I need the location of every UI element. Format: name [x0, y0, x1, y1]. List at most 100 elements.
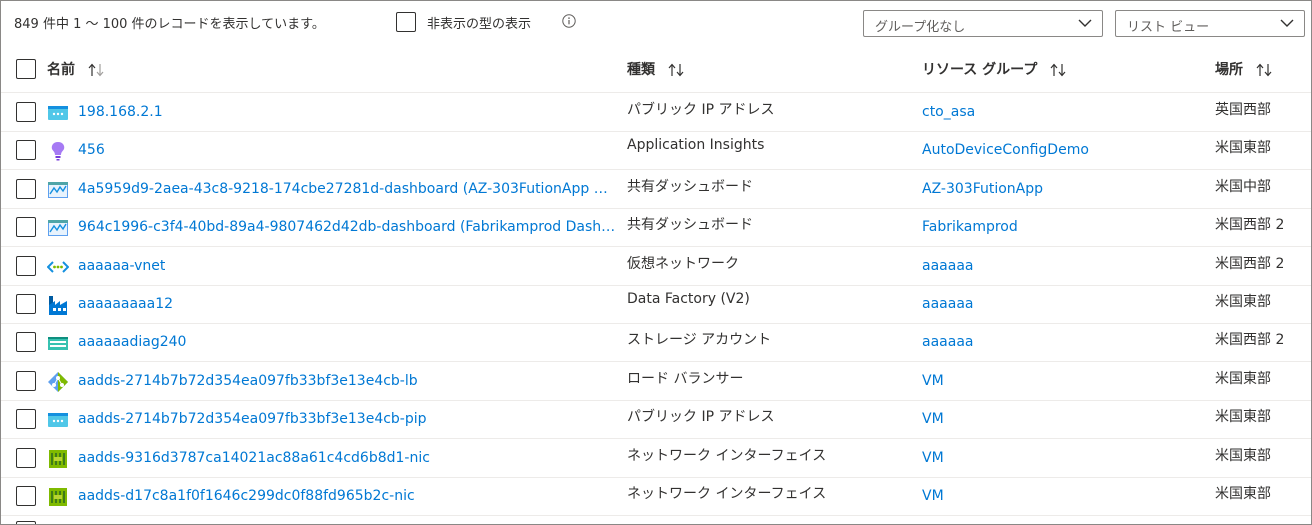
resource-location: 米国東部 — [1215, 294, 1271, 310]
row-checkbox[interactable] — [16, 332, 36, 353]
resource-group-link[interactable]: aaaaaa — [922, 296, 973, 312]
resource-location: 米国西部 2 — [1215, 217, 1285, 234]
resource-type: 共有ダッシュボード — [627, 217, 753, 234]
column-header-resource-group-label: リソース グループ — [922, 62, 1038, 78]
resource-group-link[interactable]: AZ-303FutionApp — [922, 181, 1043, 197]
table-row[interactable]: 964c1996-c3f4-40bd-89a4-9807462d42db-das… — [1, 208, 1311, 248]
load-balancer-icon — [48, 371, 68, 392]
column-header-type[interactable]: 種類 — [627, 59, 685, 79]
resource-group-link[interactable]: AutoDeviceConfigDemo — [922, 142, 1089, 158]
resource-group-link[interactable]: VM — [922, 450, 944, 466]
resource-type: ネットワーク インターフェイス — [627, 447, 827, 464]
row-checkbox[interactable] — [16, 294, 36, 314]
column-header-name-label: 名前 — [47, 62, 75, 78]
resource-name-link[interactable]: 198.168.2.1 — [78, 104, 163, 120]
row-checkbox[interactable] — [16, 102, 36, 122]
table-row[interactable]: 4a5959d9-2aea-43c8-9218-174cbe27281d-das… — [1, 170, 1311, 209]
sort-icon — [1050, 63, 1066, 77]
resource-location: 米国中部 — [1215, 178, 1271, 195]
resource-list-panel: 849 件中 1 ～ 100 件のレコードを表示しています。 非表示の型の表示 … — [0, 0, 1312, 525]
chevron-down-icon — [1078, 19, 1092, 27]
row-checkbox[interactable] — [16, 521, 36, 524]
resource-name-link[interactable]: aaaaaaaaa12 — [78, 296, 173, 312]
resource-name-link[interactable]: aadds-2714b7b72d354ea097fb33bf3e13e4cb-p… — [78, 411, 427, 427]
resource-group-link[interactable]: VM — [922, 373, 944, 389]
column-header-type-label: 種類 — [627, 62, 655, 78]
grouping-dropdown-value: グループ化なし — [875, 20, 966, 35]
resource-group-link[interactable]: VM — [922, 411, 944, 427]
resource-type: 共有ダッシュボード — [627, 178, 753, 195]
show-hidden-types-label[interactable]: 非表示の型の表示 — [427, 13, 531, 32]
resource-group-link[interactable]: cto_asa — [922, 104, 975, 120]
column-header-location[interactable]: 場所 — [1215, 59, 1273, 79]
table-row[interactable]: 198.168.2.1 パブリック IP アドレス cto_asa 英国西部 — [1, 93, 1311, 132]
table-row[interactable]: aadds-9316d3787ca14021ac88a61c4cd6b8d1-n… — [1, 439, 1311, 478]
resource-group-link[interactable]: VM — [922, 488, 944, 504]
resource-name-link[interactable]: aaaaaadiag240 — [78, 334, 186, 350]
column-header-resource-group[interactable]: リソース グループ — [922, 59, 1067, 79]
resource-location: 米国東部 — [1215, 409, 1271, 426]
sort-icon — [88, 63, 104, 77]
data-factory-icon — [49, 296, 67, 315]
column-header-name[interactable]: 名前 — [47, 59, 105, 79]
list-toolbar: 849 件中 1 ～ 100 件のレコードを表示しています。 非表示の型の表示 … — [1, 1, 1311, 41]
resource-name-link[interactable]: aadds-2714b7b72d354ea097fb33bf3e13e4cb-l… — [78, 373, 418, 389]
resource-group-link[interactable]: aaaaaa — [922, 258, 973, 274]
record-count-text: 849 件中 1 ～ 100 件のレコードを表示しています。 — [14, 17, 325, 32]
table-header: 名前 種類 リソース グループ 場所 — [1, 52, 1311, 93]
resource-type: 仮想ネットワーク — [627, 255, 739, 272]
row-checkbox[interactable] — [16, 409, 36, 430]
view-dropdown-value: リスト ビュー — [1127, 20, 1210, 35]
row-checkbox[interactable] — [16, 178, 36, 199]
sort-icon — [668, 63, 684, 77]
row-checkbox[interactable] — [16, 447, 36, 468]
table-row[interactable]: aaaaaadiag240 ストレージ アカウント aaaaaa 米国西部 2 — [1, 323, 1311, 363]
table-row[interactable]: aaaaaaaaa12 Data Factory (V2) aaaaaa 米国東部 — [1, 285, 1311, 324]
resource-location: 米国西部 2 — [1215, 332, 1285, 349]
resource-name-link[interactable]: 964c1996-c3f4-40bd-89a4-9807462d42db-das… — [78, 219, 618, 235]
view-dropdown[interactable]: リスト ビュー — [1115, 10, 1305, 37]
network-interface-icon — [49, 488, 67, 506]
resource-location: 英国西部 — [1215, 102, 1271, 118]
resource-name-link[interactable]: aaaaaa-vnet — [78, 258, 165, 274]
sort-icon — [1256, 63, 1272, 77]
resource-type: パブリック IP アドレス — [627, 102, 775, 118]
public-ip-icon — [48, 413, 68, 428]
table-row[interactable]: aaaaaa-vnet 仮想ネットワーク aaaaaa 米国西部 2 — [1, 247, 1311, 286]
resource-name-link[interactable]: aadds-d17c8a1f0f1646c299dc0f88fd965b2c-n… — [78, 488, 415, 504]
resource-type: ネットワーク インターフェイス — [627, 486, 827, 502]
row-checkbox[interactable] — [16, 255, 36, 276]
table-row[interactable]: aadds-2714b7b72d354ea097fb33bf3e13e4cb-p… — [1, 400, 1311, 440]
public-ip-icon — [48, 106, 68, 120]
resource-group-link[interactable]: aaaaaa — [922, 334, 973, 350]
row-checkbox[interactable] — [16, 370, 36, 391]
column-header-location-label: 場所 — [1215, 62, 1243, 78]
resource-type: ストレージ アカウント — [627, 332, 772, 349]
show-hidden-types-checkbox[interactable] — [396, 12, 416, 32]
resource-location: 米国東部 — [1215, 486, 1271, 502]
vnet-icon — [47, 260, 69, 273]
table-row[interactable]: aadds-d17c8a1f0f1646c299dc0f88fd965b2c-n… — [1, 477, 1311, 516]
info-icon[interactable] — [562, 14, 576, 28]
resource-type: Data Factory (V2) — [627, 291, 750, 307]
select-all-checkbox[interactable] — [16, 59, 36, 79]
table-row[interactable]: aadds-2714b7b72d354ea097fb33bf3e13e4cb-l… — [1, 362, 1311, 401]
resource-group-link[interactable]: Fabrikamprod — [922, 219, 1018, 235]
resource-name-link[interactable]: aadds-9316d3787ca14021ac88a61c4cd6b8d1-n… — [78, 450, 430, 466]
dashboard-icon — [48, 220, 68, 237]
grouping-dropdown[interactable]: グループ化なし — [863, 10, 1103, 37]
table-row[interactable]: 456 Application Insights AutoDeviceConfigD… — [1, 131, 1311, 171]
row-checkbox[interactable] — [16, 217, 36, 238]
row-checkbox[interactable] — [16, 140, 36, 161]
resource-name-link[interactable]: 456 — [78, 142, 105, 158]
resource-location: 米国東部 — [1215, 370, 1271, 387]
resource-location: 米国東部 — [1215, 140, 1271, 157]
app-insights-icon — [51, 142, 65, 161]
storage-account-icon — [48, 337, 68, 351]
network-interface-icon — [49, 449, 67, 468]
resource-location: 米国西部 2 — [1215, 255, 1285, 272]
chevron-down-icon — [1280, 19, 1294, 27]
resource-name-link[interactable]: 4a5959d9-2aea-43c8-9218-174cbe27281d-das… — [78, 181, 618, 197]
row-checkbox[interactable] — [16, 486, 36, 506]
resource-type: Application Insights — [627, 137, 765, 154]
